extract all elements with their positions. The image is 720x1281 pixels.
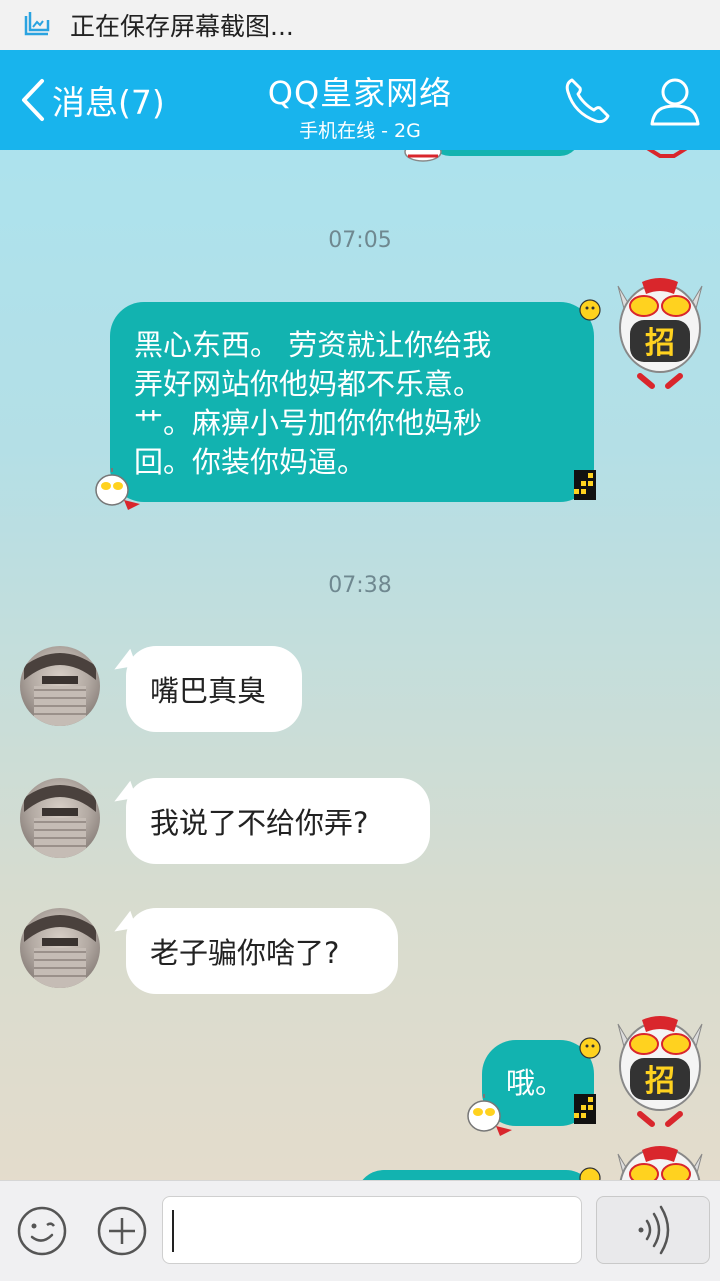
status-bar: 正在保存屏幕截图... bbox=[0, 0, 720, 50]
person-icon[interactable] bbox=[648, 74, 702, 128]
timestamp: 07:38 bbox=[328, 573, 392, 598]
screenshot-icon bbox=[24, 12, 50, 36]
voice-wave-icon bbox=[638, 1205, 670, 1255]
pixel-decoration-icon bbox=[574, 1094, 596, 1124]
emoji-badge-icon bbox=[579, 299, 601, 321]
avatar-photo bbox=[24, 915, 96, 988]
message-line: 弄好网站你他妈都不乐意。 bbox=[134, 367, 483, 401]
voice-button[interactable] bbox=[596, 1196, 710, 1264]
emoji-badge-icon bbox=[579, 1037, 601, 1059]
input-bar bbox=[0, 1180, 720, 1281]
emoji-icon[interactable] bbox=[16, 1205, 68, 1257]
my-avatar[interactable]: 招 bbox=[612, 1014, 708, 1130]
message-text: 嘴巴真臭 bbox=[150, 674, 267, 708]
message-text: 我说了不给你弄? bbox=[150, 806, 369, 840]
message-input[interactable] bbox=[162, 1196, 582, 1264]
message-text: 老子骗你啥了? bbox=[150, 936, 340, 970]
avatar-badge-text: 招 bbox=[645, 1064, 675, 1099]
robot-avatar-partial-icon bbox=[617, 1146, 703, 1180]
avatar-badge-text: 招 bbox=[645, 326, 675, 361]
avatar-photo bbox=[24, 785, 96, 858]
plus-icon[interactable] bbox=[96, 1205, 148, 1257]
partial-bubble bbox=[430, 150, 580, 156]
outgoing-message[interactable]: 黑心东西。 劳资就让你给我 弄好网站你他妈都不乐意。 艹。麻痹小号加你你他妈秒 … bbox=[110, 302, 594, 502]
message-line: 艹。麻痹小号加你你他妈秒 bbox=[134, 406, 483, 440]
avatar-photo bbox=[24, 653, 96, 726]
contact-avatar[interactable] bbox=[20, 778, 100, 858]
text-cursor bbox=[172, 1210, 174, 1252]
incoming-message[interactable]: 嘴巴真臭 bbox=[126, 646, 302, 732]
emoji-badge-icon bbox=[579, 1167, 601, 1180]
status-text: 正在保存屏幕截图... bbox=[70, 12, 294, 41]
phone-icon[interactable] bbox=[560, 74, 614, 128]
robot-avatar-icon: 招 bbox=[617, 1016, 703, 1127]
timestamp: 07:05 bbox=[328, 228, 392, 253]
chat-header: 消息(7) QQ皇家网络 手机在线 - 2G bbox=[0, 50, 720, 150]
chat-area[interactable]: 07:05 黑心东西。 劳资就让你给我 弄好网站你他妈都不乐意。 艹。麻痹小号加… bbox=[0, 150, 720, 1180]
message-line: 黑心东西。 劳资就让你给我 bbox=[134, 328, 492, 362]
mini-robot-icon bbox=[95, 468, 140, 510]
incoming-message[interactable]: 我说了不给你弄? bbox=[126, 778, 430, 864]
message-text: 哦。 bbox=[506, 1065, 565, 1100]
mini-robot-icon bbox=[404, 150, 442, 162]
incoming-message[interactable]: 老子骗你啥了? bbox=[126, 908, 398, 994]
robot-avatar-icon: 招 bbox=[617, 278, 703, 389]
partial-bubble bbox=[356, 1170, 594, 1180]
message-line: 回。你装你妈逼。 bbox=[134, 445, 367, 479]
robot-feet-icon bbox=[646, 150, 688, 158]
my-avatar[interactable]: 招 bbox=[612, 276, 708, 392]
pixel-decoration-icon bbox=[574, 470, 596, 500]
mini-robot-icon bbox=[467, 1094, 512, 1136]
contact-avatar[interactable] bbox=[20, 908, 100, 988]
contact-avatar[interactable] bbox=[20, 646, 100, 726]
